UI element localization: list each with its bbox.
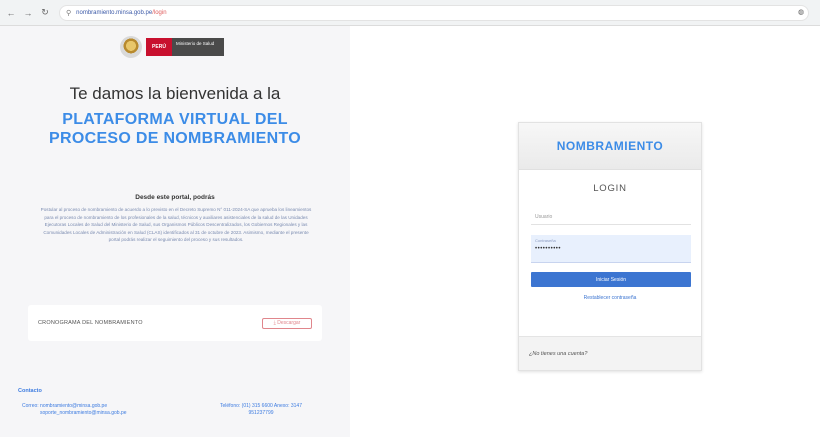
welcome-heading: Te damos la bienvenida a la: [69, 84, 281, 103]
welcome-panel: PERÚ Ministerio de Salud Te damos la bie…: [0, 26, 350, 437]
schedule-card: CRONOGRAMA DEL NOMBRAMIENTO ⤓ Descargar: [28, 305, 322, 341]
platform-title: PLATAFORMA VIRTUAL DEL PROCESO DE NOMBRA…: [0, 110, 350, 148]
reload-icon[interactable]: ↻: [39, 6, 51, 20]
download-schedule-button[interactable]: ⤓ Descargar: [262, 317, 312, 329]
password-input[interactable]: Contraseña ••••••••••: [531, 235, 691, 263]
back-icon[interactable]: ←: [5, 6, 17, 20]
description-title: Desde este portal, podrás: [135, 194, 215, 201]
logo-peru-block: PERÚ: [146, 38, 172, 56]
schedule-label: CRONOGRAMA DEL NOMBRAMIENTO: [38, 320, 143, 326]
minsa-logo: PERÚ Ministerio de Salud: [120, 36, 224, 58]
login-card: NOMBRAMIENTO LOGIN Usuario Contraseña ••…: [518, 122, 702, 371]
password-value: ••••••••••: [535, 246, 562, 252]
site-info-icon[interactable]: ⚲: [66, 9, 71, 17]
login-button[interactable]: Iniciar Sesión: [531, 272, 691, 287]
logo-ministry-block: Ministerio de Salud: [172, 38, 224, 56]
contact-email-line1[interactable]: Correo: nombramiento@minsa.gob.pe: [22, 403, 127, 410]
address-bar[interactable]: ⚲ nombramiento.minsa.gob.pe /login: [59, 4, 809, 21]
platform-title-line1: PLATAFORMA VIRTUAL DEL: [62, 111, 288, 128]
contact-heading: Contacto: [18, 388, 42, 394]
login-card-header: NOMBRAMIENTO: [519, 123, 701, 170]
forward-icon[interactable]: →: [22, 6, 34, 20]
contact-email-line2[interactable]: soporte_nombramiento@minsa.gob.pe: [22, 410, 127, 417]
register-prompt[interactable]: ¿No tienes una cuenta?: [519, 336, 701, 370]
contact-phone: Teléfono: (01) 315 6600 Anexo: 3147 9512…: [196, 403, 326, 417]
password-label: Contraseña: [535, 238, 556, 243]
reset-password-link[interactable]: Restablecer contraseña: [519, 295, 701, 301]
coat-of-arms-icon: [120, 36, 142, 58]
browser-toolbar: ← → ↻ ⚲ nombramiento.minsa.gob.pe /login…: [0, 0, 820, 26]
contact-phone-line1: Teléfono: (01) 315 6600 Anexo: 3147: [219, 403, 302, 409]
login-title: LOGIN: [593, 183, 627, 194]
url-path: /login: [152, 9, 167, 16]
username-input[interactable]: Usuario: [531, 207, 691, 225]
profile-icon[interactable]: ◍: [798, 8, 810, 18]
platform-title-line2: PROCESO DE NOMBRAMIENTO: [49, 130, 301, 147]
contact-email: Correo: nombramiento@minsa.gob.pe soport…: [22, 403, 127, 417]
contact-phone-line2: 951237799: [248, 410, 274, 416]
description-text: Postular al proceso de nombramiento de a…: [40, 207, 312, 243]
url-host: nombramiento.minsa.gob.pe: [76, 9, 153, 16]
